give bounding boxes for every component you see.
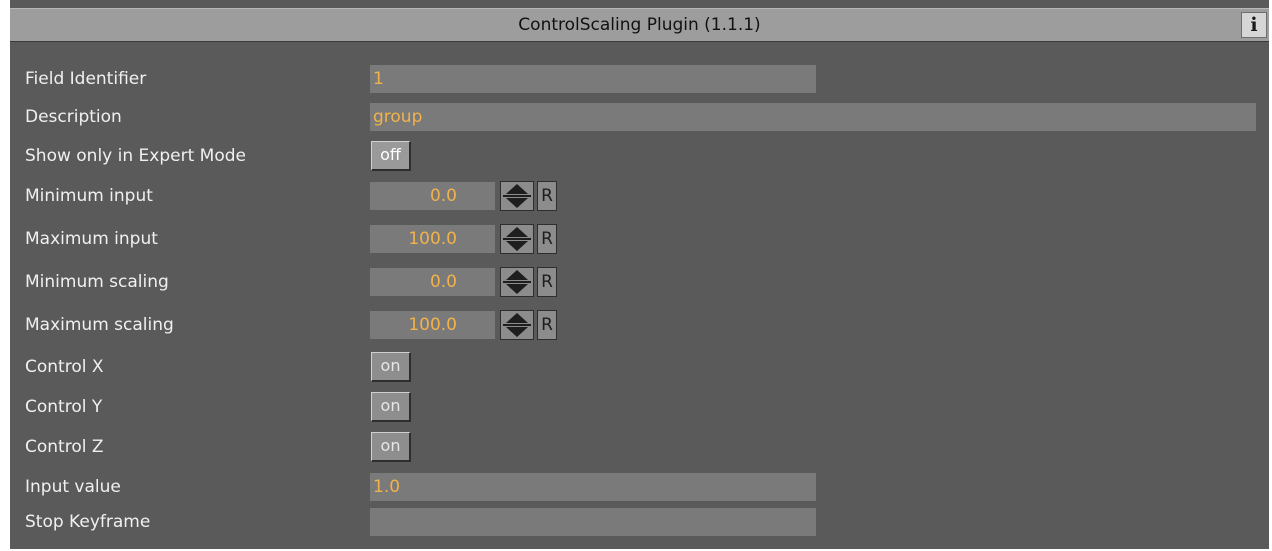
arrow-down-icon[interactable] bbox=[506, 241, 528, 251]
minimum-input-label: Minimum input bbox=[25, 186, 153, 206]
control-x-toggle[interactable]: on bbox=[371, 352, 411, 382]
expert-mode-label: Show only in Expert Mode bbox=[25, 146, 246, 166]
maximum-input-spinner-icon[interactable] bbox=[500, 224, 534, 254]
row-control-y: Control Y on bbox=[10, 392, 1269, 422]
row-control-x: Control X on bbox=[10, 352, 1269, 382]
row-minimum-scaling: Minimum scaling 0.0 R bbox=[10, 267, 1269, 297]
minimum-scaling-spinner-icon[interactable] bbox=[500, 267, 534, 297]
arrow-down-icon[interactable] bbox=[506, 327, 528, 337]
panel-header: ControlScaling Plugin (1.1.1) i bbox=[10, 8, 1269, 42]
minimum-input-reset-button[interactable]: R bbox=[537, 181, 557, 211]
maximum-input-field[interactable]: 100.0 bbox=[370, 225, 495, 253]
arrow-down-icon[interactable] bbox=[506, 198, 528, 208]
field-identifier-input[interactable]: 1 bbox=[370, 65, 816, 93]
control-z-toggle[interactable]: on bbox=[371, 432, 411, 462]
row-field-identifier: Field Identifier 1 bbox=[10, 64, 1269, 94]
minimum-scaling-label: Minimum scaling bbox=[25, 272, 169, 292]
expert-mode-toggle[interactable]: off bbox=[371, 141, 411, 171]
row-maximum-input: Maximum input 100.0 R bbox=[10, 224, 1269, 254]
minimum-input-field[interactable]: 0.0 bbox=[370, 182, 495, 210]
control-y-label: Control Y bbox=[25, 397, 103, 417]
panel-title: ControlScaling Plugin (1.1.1) bbox=[518, 15, 761, 35]
maximum-input-label: Maximum input bbox=[25, 229, 158, 249]
minimum-input-spinner-icon[interactable] bbox=[500, 181, 534, 211]
spinner-divider bbox=[503, 195, 531, 197]
description-label: Description bbox=[25, 107, 122, 127]
row-expert-mode: Show only in Expert Mode off bbox=[10, 141, 1269, 171]
row-input-value: Input value 1.0 bbox=[10, 472, 1269, 502]
spinner-divider bbox=[503, 281, 531, 283]
control-y-toggle[interactable]: on bbox=[371, 392, 411, 422]
stop-keyframe-field[interactable] bbox=[370, 508, 816, 536]
spinner-divider bbox=[503, 324, 531, 326]
control-z-label: Control Z bbox=[25, 437, 104, 457]
maximum-scaling-label: Maximum scaling bbox=[25, 315, 174, 335]
spinner-divider bbox=[503, 238, 531, 240]
row-maximum-scaling: Maximum scaling 100.0 R bbox=[10, 310, 1269, 340]
field-identifier-label: Field Identifier bbox=[25, 69, 147, 89]
row-stop-keyframe: Stop Keyframe bbox=[10, 507, 1269, 537]
stop-keyframe-label: Stop Keyframe bbox=[25, 512, 151, 532]
arrow-up-icon[interactable] bbox=[506, 270, 528, 280]
maximum-scaling-reset-button[interactable]: R bbox=[537, 310, 557, 340]
arrow-up-icon[interactable] bbox=[506, 184, 528, 194]
maximum-scaling-spinner-icon[interactable] bbox=[500, 310, 534, 340]
input-value-field[interactable]: 1.0 bbox=[370, 473, 816, 501]
plugin-editor-panel: ControlScaling Plugin (1.1.1) i Field Id… bbox=[0, 0, 1272, 551]
arrow-up-icon[interactable] bbox=[506, 227, 528, 237]
row-description: Description group bbox=[10, 102, 1269, 132]
arrow-up-icon[interactable] bbox=[506, 313, 528, 323]
maximum-input-reset-button[interactable]: R bbox=[537, 224, 557, 254]
input-value-label: Input value bbox=[25, 477, 121, 497]
minimum-scaling-field[interactable]: 0.0 bbox=[370, 268, 495, 296]
description-input[interactable]: group bbox=[370, 103, 1256, 131]
control-x-label: Control X bbox=[25, 357, 104, 377]
arrow-down-icon[interactable] bbox=[506, 284, 528, 294]
maximum-scaling-field[interactable]: 100.0 bbox=[370, 311, 495, 339]
row-control-z: Control Z on bbox=[10, 432, 1269, 462]
minimum-scaling-reset-button[interactable]: R bbox=[537, 267, 557, 297]
row-minimum-input: Minimum input 0.0 R bbox=[10, 181, 1269, 211]
info-icon[interactable]: i bbox=[1241, 12, 1267, 38]
